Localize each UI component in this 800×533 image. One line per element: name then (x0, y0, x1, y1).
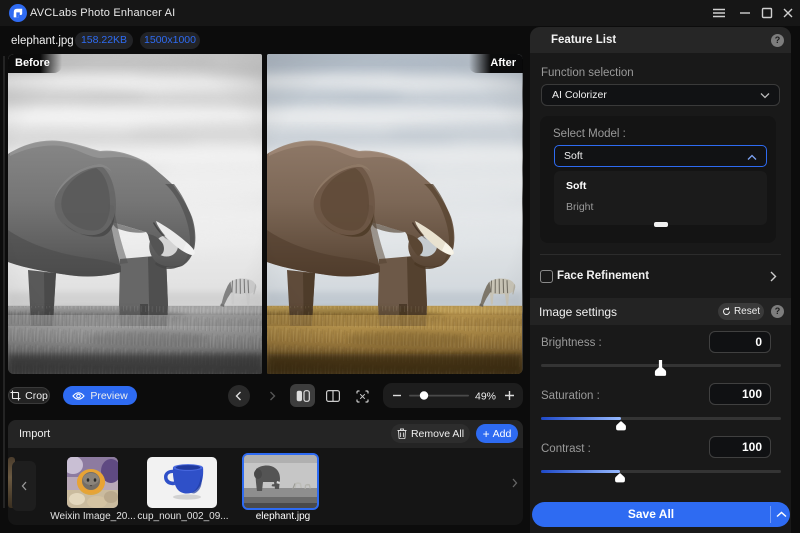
svg-text:49%: 49% (475, 391, 496, 403)
